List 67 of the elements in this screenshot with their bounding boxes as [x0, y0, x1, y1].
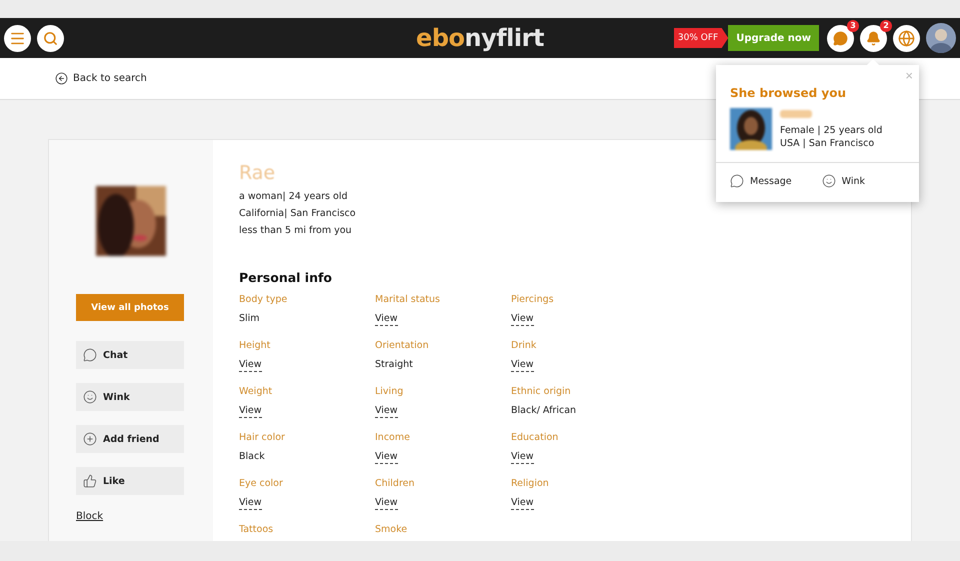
field-label: Religion	[511, 477, 550, 491]
globe-icon	[898, 30, 915, 46]
field-value: Black	[239, 450, 265, 464]
view-link[interactable]: View	[375, 496, 398, 510]
search-button[interactable]	[37, 24, 64, 52]
field-label: Body type	[239, 293, 288, 307]
field-label: Living	[375, 385, 404, 399]
wink-button[interactable]: Wink	[822, 174, 865, 188]
discount-tag: 30% OFF	[674, 28, 728, 48]
field-label: Education	[511, 431, 560, 445]
plus-icon	[83, 432, 97, 446]
language-button[interactable]	[893, 24, 920, 52]
chat-icon	[833, 30, 848, 46]
smiley-icon	[822, 174, 836, 188]
field-label: Tattoos	[239, 523, 274, 537]
field-label: Orientation	[375, 339, 430, 353]
section-title: Personal info	[239, 270, 334, 285]
field-label: Eye color	[239, 477, 284, 491]
view-link[interactable]: View	[375, 450, 398, 464]
view-link[interactable]: View	[375, 404, 398, 418]
field-label: Marital status	[375, 293, 441, 307]
message-button[interactable]: Message	[730, 174, 792, 188]
wink-button[interactable]: Wink	[76, 383, 184, 411]
profile-detail: California| San Francisco	[239, 207, 357, 221]
count-badge: 2	[880, 20, 892, 32]
view-link[interactable]: View	[511, 312, 534, 326]
chat-button[interactable]: Chat	[76, 341, 184, 369]
chat-icon	[83, 348, 97, 362]
add-button[interactable]: Add friend	[76, 425, 184, 453]
profile-detail: less than 5 mi from you	[239, 224, 353, 238]
field-label: Piercings	[511, 293, 555, 307]
thumbs-up-icon	[83, 474, 97, 488]
chat-icon	[730, 174, 744, 188]
popup-title: She browsed you	[730, 86, 846, 100]
search-icon	[43, 30, 58, 46]
popup-detail: Female | 25 years old	[780, 124, 882, 137]
field-label: Income	[375, 431, 411, 445]
field-value: Black/ African	[511, 404, 576, 418]
field-value: Slim	[239, 312, 260, 326]
view-link[interactable]: View	[239, 496, 262, 510]
popup-detail: USA | San Francisco	[780, 137, 876, 150]
field-label: Ethnic origin	[511, 385, 572, 399]
hidden-name	[780, 110, 812, 118]
count-badge: 3	[847, 20, 859, 32]
view-link[interactable]: View	[375, 312, 398, 326]
smiley-icon	[83, 390, 97, 404]
view-link[interactable]: View	[239, 358, 262, 372]
view-link[interactable]: View	[511, 450, 534, 464]
field-label: Weight	[239, 385, 274, 399]
field-label: Hair color	[239, 431, 286, 445]
block-link[interactable]: Block	[76, 511, 104, 522]
like-button[interactable]: Like	[76, 467, 184, 495]
field-label: Children	[375, 477, 416, 491]
menu-button[interactable]	[4, 24, 31, 52]
back-link[interactable]: Back to search	[55, 72, 147, 85]
view-link[interactable]: View	[239, 404, 262, 418]
field-label: Smoke	[375, 523, 408, 537]
profile-name: Rae	[239, 162, 276, 184]
avatar[interactable]	[926, 23, 956, 53]
view-link[interactable]: View	[511, 496, 534, 510]
field-label: Height	[239, 339, 272, 353]
profile-detail: a woman| 24 years old	[239, 190, 348, 204]
bell-icon	[866, 30, 881, 46]
field-value: Straight	[375, 358, 413, 372]
view-link[interactable]: View	[511, 358, 534, 372]
field-label: Drink	[511, 339, 538, 353]
logo[interactable]: ebonyflirt	[416, 24, 544, 52]
